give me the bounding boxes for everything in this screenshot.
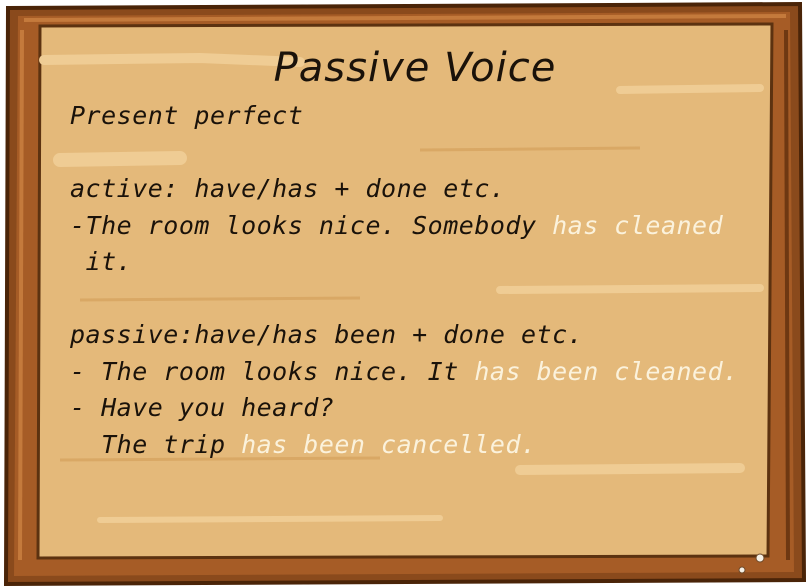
active-example: -The room looks nice. Somebody has clean… bbox=[70, 208, 760, 245]
passive-example-2: The trip has been cancelled. bbox=[70, 427, 760, 464]
passive-example-2-line1: - Have you heard? bbox=[70, 393, 335, 422]
subtitle: Present perfect bbox=[70, 101, 304, 130]
active-rule: active: have/has + done etc. bbox=[70, 174, 506, 203]
active-example-highlight: has cleaned bbox=[552, 210, 724, 240]
active-example-cont: it. bbox=[70, 247, 133, 276]
passive-example-2-prefix: The trip bbox=[70, 429, 242, 459]
wooden-board: Passive Voice Present perfect active: ha… bbox=[0, 0, 808, 586]
passive-example-1: - The room looks nice. It has been clean… bbox=[70, 354, 760, 391]
board-content: Passive Voice Present perfect active: ha… bbox=[70, 38, 760, 463]
passive-rule: passive:have/has been + done etc. bbox=[70, 320, 584, 349]
page-title: Passive Voice bbox=[273, 45, 557, 91]
passive-example-2-highlight: has been cancelled. bbox=[241, 429, 537, 459]
passive-example-1-prefix: - The room looks nice. It bbox=[70, 356, 475, 386]
passive-example-1-highlight: has been cleaned. bbox=[474, 356, 739, 386]
active-example-prefix: -The room looks nice. Somebody bbox=[70, 210, 553, 240]
